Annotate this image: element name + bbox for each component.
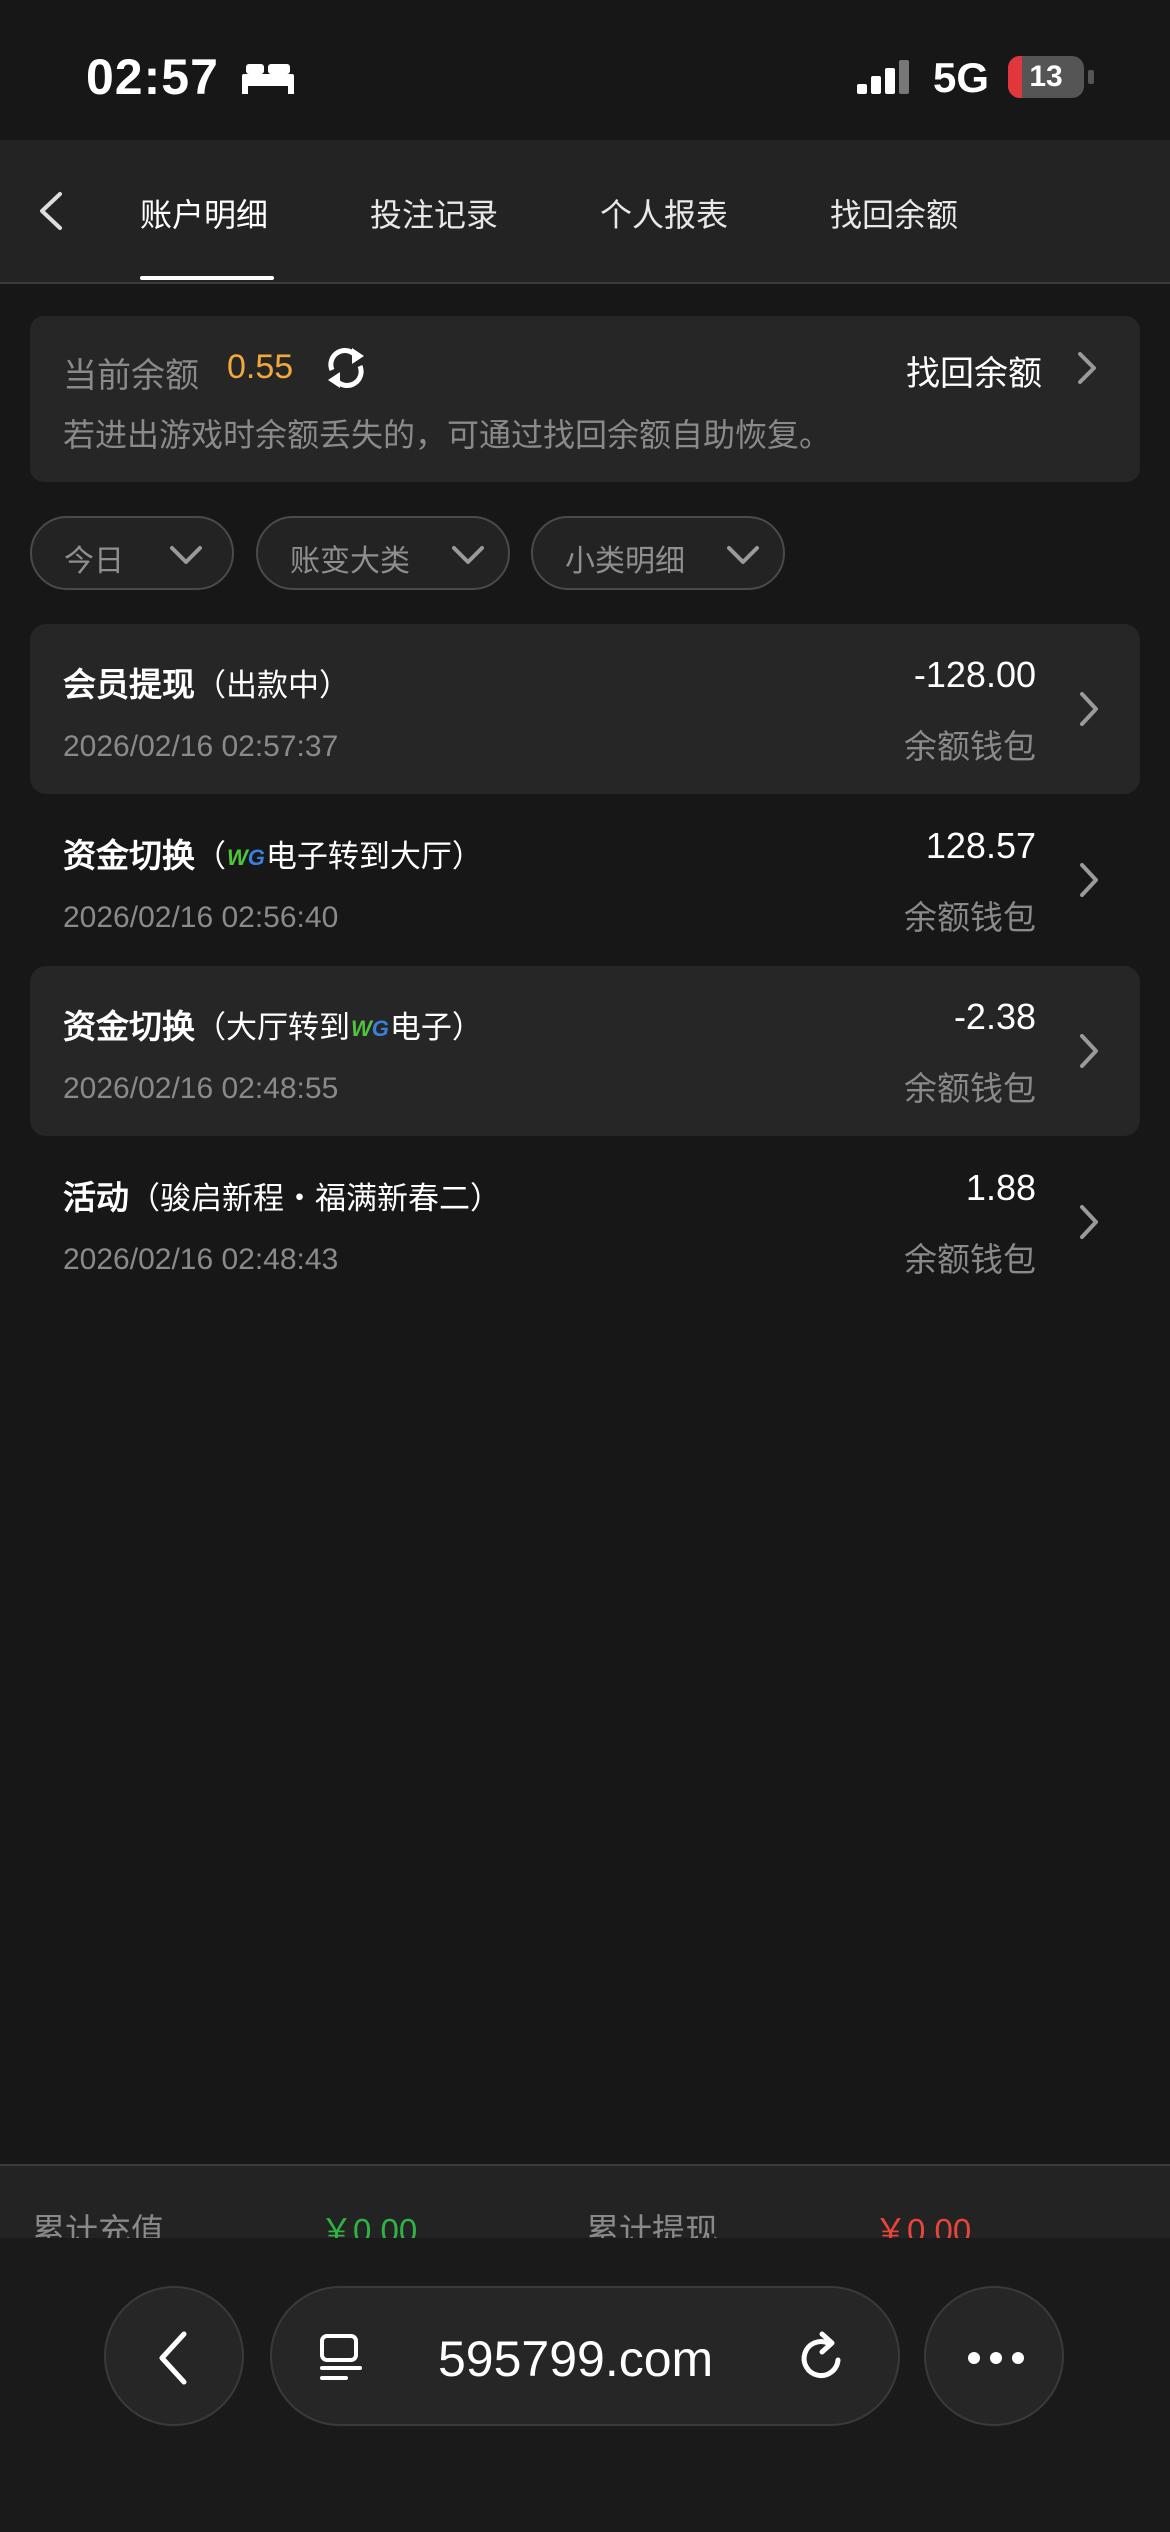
recover-balance-link[interactable]: 找回余额	[906, 346, 1042, 395]
balance-amount: 0.55	[227, 348, 294, 386]
transaction-wallet: 余额钱包	[904, 899, 1036, 936]
url-text: 595799.com	[438, 2331, 714, 2387]
tab-account-details[interactable]: 账户明细	[140, 190, 268, 236]
wg-logo-icon: WG	[351, 1016, 389, 1042]
chevron-right-icon	[1080, 692, 1098, 726]
network-type: 5G	[933, 54, 990, 101]
transaction-amount: -2.38	[953, 996, 1036, 1037]
address-bar[interactable]: 595799.com	[270, 2286, 900, 2426]
transaction-title: 资金切换（大厅转到WG电子）	[63, 1008, 483, 1045]
transaction-title: 资金切换（WG电子转到大厅）	[63, 837, 483, 874]
browser-toolbar: 595799.com	[0, 2238, 1170, 2532]
back-chevron-icon[interactable]	[28, 186, 78, 236]
chevron-down-icon	[170, 546, 202, 564]
withdraw-total-value: ￥0.00	[874, 2212, 972, 2240]
back-chevron-icon	[159, 2331, 187, 2385]
chevron-down-icon	[452, 546, 484, 564]
tab-header: 账户明细 投注记录 个人报表 找回余额	[0, 140, 1170, 284]
reload-icon[interactable]	[794, 2330, 850, 2386]
transaction-row[interactable]: 资金切换（大厅转到WG电子） 2026/02/16 02:48:55 -2.38…	[30, 966, 1140, 1136]
transaction-date: 2026/02/16 02:48:55	[63, 1072, 339, 1105]
chevron-down-icon	[727, 546, 759, 564]
chevron-right-icon[interactable]	[1070, 348, 1104, 388]
transaction-row[interactable]: 资金切换（WG电子转到大厅） 2026/02/16 02:56:40 128.5…	[30, 795, 1140, 965]
transaction-wallet: 余额钱包	[904, 728, 1036, 765]
transaction-row[interactable]: 活动（骏启新程・福满新春二） 2026/02/16 02:48:43 1.88 …	[30, 1137, 1140, 1307]
totals-bar: 累计充值 ￥0.00 累计提现 ￥0.00	[0, 2164, 1170, 2240]
tabs-icon[interactable]	[316, 2332, 368, 2384]
browser-back-button[interactable]	[104, 2286, 244, 2426]
sleep-focus-icon	[242, 64, 294, 94]
filter-subcategory-label: 小类明细	[565, 545, 685, 578]
chevron-right-icon	[1080, 863, 1098, 897]
chevron-right-icon	[1080, 1034, 1098, 1068]
transaction-date: 2026/02/16 02:48:43	[63, 1243, 339, 1276]
filter-subcategory[interactable]: 小类明细	[531, 516, 785, 590]
refresh-icon[interactable]	[322, 344, 370, 392]
balance-label: 当前余额	[63, 357, 199, 395]
filter-date[interactable]: 今日	[30, 516, 234, 590]
balance-hint: 若进出游戏时余额丢失的，可通过找回余额自助恢复。	[63, 417, 832, 453]
battery-level: 13	[1029, 60, 1063, 93]
transaction-date: 2026/02/16 02:57:37	[63, 730, 339, 763]
tab-personal-report[interactable]: 个人报表	[600, 190, 728, 236]
transaction-title: 会员提现（出款中）	[63, 666, 350, 703]
transaction-wallet: 余额钱包	[904, 1070, 1036, 1107]
battery-icon: 13	[1008, 56, 1094, 98]
balance-card: 当前余额 0.55 找回余额 若进出游戏时余额丢失的，可通过找回余额自助恢复。	[30, 316, 1140, 482]
transaction-date: 2026/02/16 02:56:40	[63, 901, 339, 934]
filter-date-label: 今日	[64, 545, 124, 578]
tab-bet-records[interactable]: 投注记录	[370, 190, 498, 236]
status-time: 02:57	[86, 49, 219, 105]
transaction-amount: 1.88	[965, 1167, 1036, 1208]
deposit-total-value: ￥0.00	[320, 2212, 418, 2240]
deposit-total-label: 累计充值	[32, 2212, 164, 2240]
wg-logo-icon: WG	[227, 845, 265, 871]
browser-more-button[interactable]	[924, 2286, 1064, 2426]
filter-category-label: 账变大类	[290, 545, 410, 578]
transaction-amount: 128.57	[925, 825, 1036, 866]
transaction-amount: -128.00	[913, 654, 1036, 695]
transaction-wallet: 余额钱包	[904, 1241, 1036, 1278]
filter-category[interactable]: 账变大类	[256, 516, 510, 590]
transaction-title: 活动（骏启新程・福满新春二）	[63, 1179, 501, 1216]
status-bar: 02:57 5G 13	[0, 0, 1170, 140]
cellular-signal-icon	[857, 60, 909, 94]
chevron-right-icon	[1080, 1205, 1098, 1239]
more-dots-icon	[968, 2352, 1024, 2364]
transaction-row[interactable]: 会员提现（出款中） 2026/02/16 02:57:37 -128.00 余额…	[30, 624, 1140, 794]
active-tab-indicator	[140, 276, 274, 280]
withdraw-total-label: 累计提现	[586, 2212, 718, 2240]
tab-recover-balance[interactable]: 找回余额	[830, 190, 958, 236]
